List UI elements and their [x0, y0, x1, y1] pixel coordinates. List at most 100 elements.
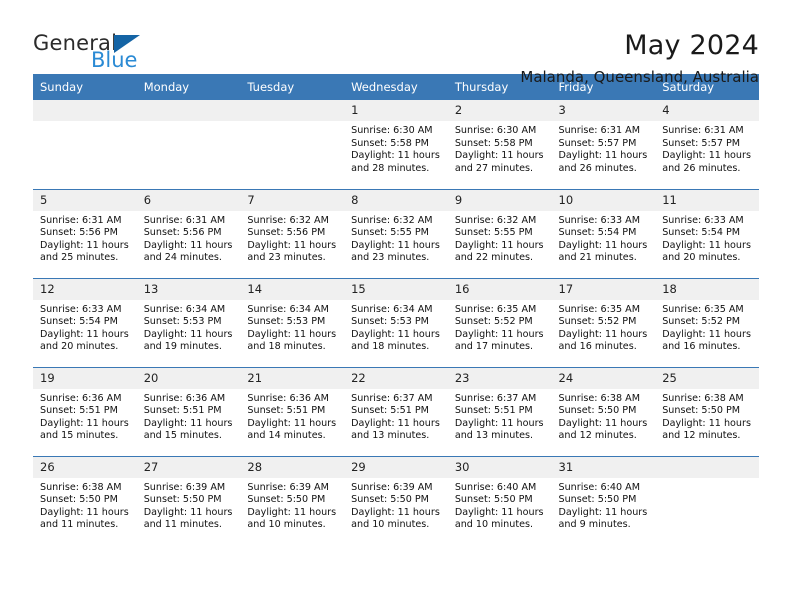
- calendar-week-row: 26 Sunrise: 6:38 AM Sunset: 5:50 PM Dayligh…: [33, 455, 759, 545]
- day-number: 26: [33, 456, 137, 478]
- calendar-day-cell[interactable]: 5 Sunrise: 6:31 AM Sunset: 5:56 PM Daylight…: [33, 188, 137, 278]
- day-details: Sunrise: 6:30 AM Sunset: 5:58 PM Daylight:…: [448, 121, 552, 175]
- calendar-day-cell[interactable]: 7 Sunrise: 6:32 AM Sunset: 5:56 PM Daylight…: [240, 188, 345, 278]
- day-number: 16: [447, 278, 552, 300]
- calendar-day-cell[interactable]: 30 Sunrise: 6:40 AM Sunset: 5:50 PM Dayligh…: [447, 455, 552, 545]
- page-title: May 2024: [624, 30, 759, 61]
- calendar-day-cell[interactable]: 8 Sunrise: 6:32 AM Sunset: 5:55 PM Daylight…: [344, 188, 448, 278]
- sunset-text: Sunset: 5:53 PM: [143, 316, 222, 328]
- calendar-day-cell[interactable]: 22 Sunrise: 6:37 AM Sunset: 5:51 PM Dayligh…: [344, 366, 448, 456]
- calendar-day-cell[interactable]: 29 Sunrise: 6:39 AM Sunset: 5:50 PM Dayligh…: [344, 455, 448, 545]
- calendar-day-cell[interactable]: 17 Sunrise: 6:35 AM Sunset: 5:52 PM Dayligh…: [551, 277, 656, 367]
- calendar-day-cell[interactable]: 31 Sunrise: 6:40 AM Sunset: 5:50 PM Dayligh…: [551, 455, 656, 545]
- daylight-text-line2: and 26 minutes.: [662, 162, 741, 174]
- day-details: Sunrise: 6:30 AM Sunset: 5:58 PM Daylight:…: [344, 121, 448, 175]
- daylight-text-line1: Daylight: 11 hours: [558, 239, 648, 251]
- calendar-day-cell[interactable]: 28 Sunrise: 6:39 AM Sunset: 5:50 PM Dayligh…: [240, 455, 345, 545]
- day-number: 22: [344, 367, 448, 389]
- calendar-day-cell[interactable]: 9 Sunrise: 6:32 AM Sunset: 5:55 PM Daylight…: [447, 188, 552, 278]
- day-number: 20: [136, 367, 241, 389]
- daylight-text-line1: Daylight: 11 hours: [454, 417, 544, 429]
- daylight-text-line2: and 26 minutes.: [558, 162, 637, 174]
- sunrise-text: Sunrise: 6:37 AM: [351, 392, 433, 404]
- calendar-day-cell[interactable]: 24 Sunrise: 6:38 AM Sunset: 5:50 PM Dayligh…: [551, 366, 656, 456]
- calendar-day-cell[interactable]: 25 Sunrise: 6:38 AM Sunset: 5:50 PM Dayligh…: [655, 366, 759, 456]
- sunset-text: Sunset: 5:56 PM: [40, 227, 118, 239]
- daylight-text-line2: and 23 minutes.: [247, 252, 326, 264]
- weekday-header-monday: Monday: [136, 74, 241, 100]
- sunrise-text: Sunrise: 6:31 AM: [662, 125, 744, 136]
- sunrise-text: Sunrise: 6:38 AM: [662, 392, 744, 404]
- day-number: 13: [136, 278, 241, 300]
- calendar-week-row: 12 Sunrise: 6:33 AM Sunset: 5:54 PM Dayligh…: [33, 277, 759, 367]
- day-details: Sunrise: 6:36 AM Sunset: 5:51 PM Daylight:…: [33, 389, 137, 443]
- calendar-day-cell[interactable]: 16 Sunrise: 6:35 AM Sunset: 5:52 PM Dayligh…: [447, 277, 552, 367]
- calendar-day-cell[interactable]: 14 Sunrise: 6:34 AM Sunset: 5:53 PM Dayligh…: [240, 277, 345, 367]
- day-details: Sunrise: 6:35 AM Sunset: 5:52 PM Daylight:…: [448, 300, 552, 354]
- day-number: 31: [551, 456, 656, 478]
- calendar-day-cell-empty: [33, 100, 137, 189]
- sunset-text: Sunset: 5:54 PM: [558, 227, 637, 239]
- day-number: 8: [344, 189, 448, 211]
- weekday-header-tuesday: Tuesday: [240, 74, 345, 100]
- calendar-day-cell[interactable]: 11 Sunrise: 6:33 AM Sunset: 5:54 PM Dayligh…: [655, 188, 759, 278]
- calendar-table: Sunday Monday Tuesday Wednesday Thursday…: [33, 74, 759, 545]
- calendar-day-cell[interactable]: 18 Sunrise: 6:35 AM Sunset: 5:52 PM Dayligh…: [655, 277, 759, 367]
- calendar-day-cell[interactable]: 26 Sunrise: 6:38 AM Sunset: 5:50 PM Dayligh…: [33, 455, 137, 545]
- day-number: 19: [33, 367, 137, 389]
- page-header: General Blue May 2024 Malanda, Queenslan…: [33, 0, 759, 86]
- calendar-day-cell[interactable]: 10 Sunrise: 6:33 AM Sunset: 5:54 PM Dayligh…: [551, 188, 656, 278]
- day-number: 25: [655, 367, 759, 389]
- daylight-text-line2: and 11 minutes.: [143, 519, 222, 531]
- calendar-day-cell[interactable]: 2 Sunrise: 6:30 AM Sunset: 5:58 PM Daylight…: [447, 100, 552, 189]
- day-number: [33, 100, 137, 121]
- title-block: May 2024 Malanda, Queensland, Australia: [520, 28, 759, 88]
- sunset-text: Sunset: 5:50 PM: [662, 405, 741, 417]
- sunset-text: Sunset: 5:57 PM: [558, 137, 637, 149]
- daylight-text-line1: Daylight: 11 hours: [454, 328, 544, 340]
- calendar-day-cell[interactable]: 6 Sunrise: 6:31 AM Sunset: 5:56 PM Daylight…: [136, 188, 241, 278]
- day-details: Sunrise: 6:38 AM Sunset: 5:50 PM Daylight:…: [655, 389, 759, 443]
- calendar-day-cell[interactable]: 23 Sunrise: 6:37 AM Sunset: 5:51 PM Dayligh…: [447, 366, 552, 456]
- calendar-day-cell[interactable]: 21 Sunrise: 6:36 AM Sunset: 5:51 PM Dayligh…: [240, 366, 345, 456]
- calendar-day-cell[interactable]: 27 Sunrise: 6:39 AM Sunset: 5:50 PM Dayligh…: [136, 455, 241, 545]
- daylight-text-line1: Daylight: 11 hours: [247, 417, 337, 429]
- sunset-text: Sunset: 5:54 PM: [40, 316, 118, 328]
- day-details: Sunrise: 6:38 AM Sunset: 5:50 PM Daylight:…: [33, 478, 137, 532]
- daylight-text-line1: Daylight: 11 hours: [662, 239, 751, 251]
- sunrise-text: Sunrise: 6:36 AM: [40, 392, 122, 404]
- calendar-day-cell[interactable]: 12 Sunrise: 6:33 AM Sunset: 5:54 PM Dayligh…: [33, 277, 137, 367]
- calendar-day-cell[interactable]: 13 Sunrise: 6:34 AM Sunset: 5:53 PM Dayligh…: [136, 277, 241, 367]
- sunrise-text: Sunrise: 6:31 AM: [40, 214, 122, 226]
- day-details: Sunrise: 6:39 AM Sunset: 5:50 PM Daylight:…: [137, 478, 241, 532]
- sunrise-text: Sunrise: 6:34 AM: [143, 303, 226, 315]
- daylight-text-line2: and 27 minutes.: [454, 162, 534, 174]
- day-number: 17: [551, 278, 656, 300]
- day-details: Sunrise: 6:40 AM Sunset: 5:50 PM Daylight:…: [448, 478, 552, 532]
- daylight-text-line1: Daylight: 11 hours: [143, 328, 233, 340]
- sunset-text: Sunset: 5:52 PM: [662, 316, 741, 328]
- daylight-text-line1: Daylight: 11 hours: [351, 506, 440, 518]
- day-details: Sunrise: 6:36 AM Sunset: 5:51 PM Daylight:…: [137, 389, 241, 443]
- daylight-text-line2: and 15 minutes.: [143, 430, 222, 442]
- sunset-text: Sunset: 5:50 PM: [558, 494, 637, 506]
- day-details: Sunrise: 6:32 AM Sunset: 5:56 PM Daylight:…: [240, 211, 344, 265]
- sunrise-text: Sunrise: 6:38 AM: [40, 481, 122, 493]
- daylight-text-line1: Daylight: 11 hours: [454, 506, 544, 518]
- calendar-day-cell[interactable]: 20 Sunrise: 6:36 AM Sunset: 5:51 PM Dayligh…: [136, 366, 241, 456]
- daylight-text-line2: and 11 minutes.: [40, 519, 119, 531]
- daylight-text-line1: Daylight: 11 hours: [558, 506, 648, 518]
- calendar-day-cell[interactable]: 3 Sunrise: 6:31 AM Sunset: 5:57 PM Daylight…: [551, 100, 656, 189]
- calendar-day-cell[interactable]: 4 Sunrise: 6:31 AM Sunset: 5:57 PM Daylight…: [655, 100, 759, 189]
- calendar-day-cell[interactable]: 15 Sunrise: 6:34 AM Sunset: 5:53 PM Dayligh…: [344, 277, 448, 367]
- day-details: Sunrise: 6:35 AM Sunset: 5:52 PM Daylight:…: [552, 300, 656, 354]
- sunrise-text: Sunrise: 6:33 AM: [40, 303, 122, 315]
- daylight-text-line1: Daylight: 11 hours: [247, 328, 337, 340]
- sunrise-text: Sunrise: 6:32 AM: [454, 214, 537, 226]
- day-number: 10: [551, 189, 656, 211]
- calendar-day-cell[interactable]: 19 Sunrise: 6:36 AM Sunset: 5:51 PM Dayligh…: [33, 366, 137, 456]
- calendar-day-cell[interactable]: 1 Sunrise: 6:30 AM Sunset: 5:58 PM Daylight…: [344, 100, 448, 189]
- sunset-text: Sunset: 5:51 PM: [351, 405, 429, 417]
- day-number: [240, 100, 345, 121]
- day-number: [136, 100, 241, 121]
